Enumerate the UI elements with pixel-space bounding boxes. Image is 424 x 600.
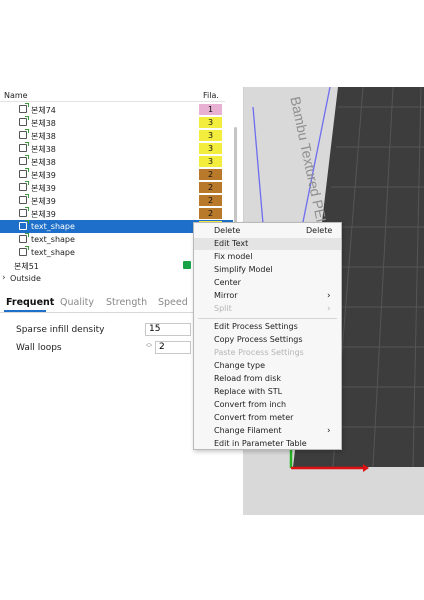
text-shape-icon bbox=[19, 246, 29, 256]
shortcut-label: Delete bbox=[306, 226, 333, 235]
tab-quality[interactable]: Quality bbox=[60, 297, 94, 308]
list-item[interactable]: 본체74 1 bbox=[0, 103, 233, 116]
part-icon bbox=[19, 181, 29, 191]
list-item[interactable]: 본체39 2 bbox=[0, 181, 233, 194]
menu-item-change-type[interactable]: Change type bbox=[194, 360, 341, 372]
list-item[interactable]: 본체38 3 bbox=[0, 129, 233, 142]
menu-item-change-filament[interactable]: Change Filament › bbox=[194, 425, 341, 437]
part-icon bbox=[19, 194, 29, 204]
list-item[interactable]: 본체39 2 bbox=[0, 207, 233, 220]
submenu-arrow-icon: › bbox=[327, 291, 331, 301]
part-icon bbox=[19, 103, 29, 113]
active-tab-indicator bbox=[4, 310, 46, 312]
check-icon[interactable] bbox=[183, 261, 191, 269]
menu-item-center[interactable]: Center bbox=[194, 277, 341, 289]
submenu-arrow-icon: › bbox=[327, 426, 331, 436]
part-icon bbox=[19, 168, 29, 178]
wall-loops-input[interactable]: 2 bbox=[155, 341, 191, 354]
menu-item-fix-model[interactable]: Fix model bbox=[194, 251, 341, 263]
menu-item-convert-from-inch[interactable]: Convert from inch bbox=[194, 399, 341, 411]
part-icon bbox=[19, 129, 29, 139]
filament-badge[interactable]: 2 bbox=[199, 182, 222, 193]
tab-strength[interactable]: Strength bbox=[106, 297, 147, 308]
menu-item-convert-from-meter[interactable]: Convert from meter bbox=[194, 412, 341, 424]
part-icon bbox=[19, 142, 29, 152]
filament-badge[interactable]: 3 bbox=[199, 156, 222, 167]
menu-item-paste-process-settings: Paste Process Settings bbox=[214, 348, 304, 357]
part-icon bbox=[19, 207, 29, 217]
context-menu: Delete Delete Edit Text Fix model Simplif… bbox=[193, 222, 342, 450]
filament-badge[interactable]: 3 bbox=[199, 117, 222, 128]
menu-item-delete[interactable]: Delete Delete bbox=[194, 225, 341, 237]
filament-badge[interactable]: 3 bbox=[199, 143, 222, 154]
menu-item-replace-with-stl[interactable]: Replace with STL bbox=[194, 386, 341, 398]
filament-badge[interactable]: 3 bbox=[199, 130, 222, 141]
filament-badge[interactable]: 2 bbox=[199, 195, 222, 206]
menu-item-edit-in-parameter-table[interactable]: Edit in Parameter Table bbox=[194, 438, 341, 450]
chevron-right-icon[interactable]: › bbox=[2, 273, 6, 283]
menu-item-mirror[interactable]: Mirror › bbox=[194, 290, 341, 302]
filament-badge[interactable]: 1 bbox=[199, 104, 222, 115]
part-icon bbox=[19, 155, 29, 165]
list-item[interactable]: 본체39 2 bbox=[0, 168, 233, 181]
list-item[interactable]: 본체38 3 bbox=[0, 155, 233, 168]
menu-item-simplify-model[interactable]: Simplify Model bbox=[194, 264, 341, 276]
sparse-infill-label: Sparse infill density bbox=[16, 325, 105, 335]
sparse-infill-input[interactable]: 15 bbox=[145, 323, 191, 336]
submenu-arrow-icon: › bbox=[327, 304, 331, 314]
filament-badge[interactable]: 2 bbox=[199, 169, 222, 180]
object-list-header: Name Fila. bbox=[0, 89, 225, 102]
text-shape-icon bbox=[19, 233, 29, 243]
list-item[interactable]: 본체38 3 bbox=[0, 116, 233, 129]
menu-item-reload-from-disk[interactable]: Reload from disk bbox=[194, 373, 341, 385]
tab-speed[interactable]: Speed bbox=[158, 297, 188, 308]
list-item[interactable]: 본체38 3 bbox=[0, 142, 233, 155]
filament-badge[interactable]: 2 bbox=[199, 208, 222, 219]
menu-separator bbox=[198, 318, 337, 319]
menu-item-copy-process-settings[interactable]: Copy Process Settings bbox=[194, 334, 341, 346]
slicer-app: Bambu Textured PEI Plate Name Fila. 본체74… bbox=[0, 87, 424, 515]
part-icon bbox=[19, 116, 29, 126]
column-header-filament: Fila. bbox=[203, 91, 219, 100]
wall-loops-label: Wall loops bbox=[16, 343, 62, 353]
list-item[interactable]: 본체39 2 bbox=[0, 194, 233, 207]
menu-item-split: Split › bbox=[214, 304, 331, 314]
tab-frequent[interactable]: Frequent bbox=[6, 297, 54, 308]
text-shape-icon bbox=[19, 220, 29, 230]
menu-item-edit-process-settings[interactable]: Edit Process Settings bbox=[194, 321, 341, 333]
wall-loops-spinner[interactable]: ︿ ﹀ bbox=[146, 341, 152, 352]
column-header-name: Name bbox=[4, 91, 28, 100]
menu-item-edit-text[interactable]: Edit Text bbox=[194, 238, 341, 250]
